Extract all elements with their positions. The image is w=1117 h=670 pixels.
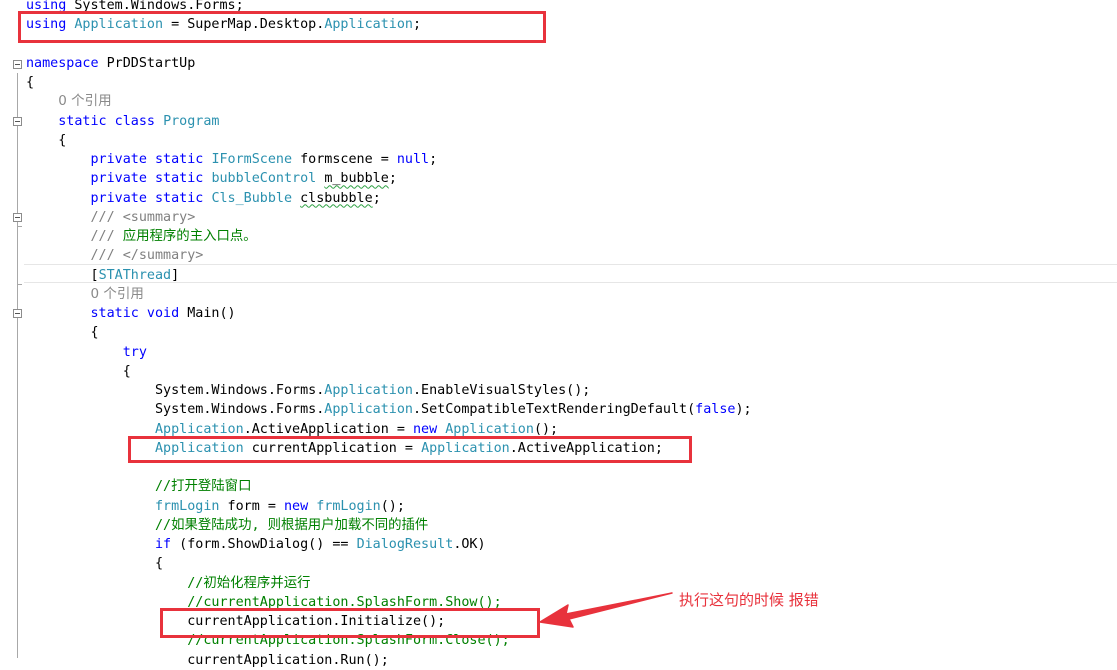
error-annotation: 执行这句的时候 报错 xyxy=(679,591,819,609)
annotation-arrow xyxy=(539,592,673,628)
